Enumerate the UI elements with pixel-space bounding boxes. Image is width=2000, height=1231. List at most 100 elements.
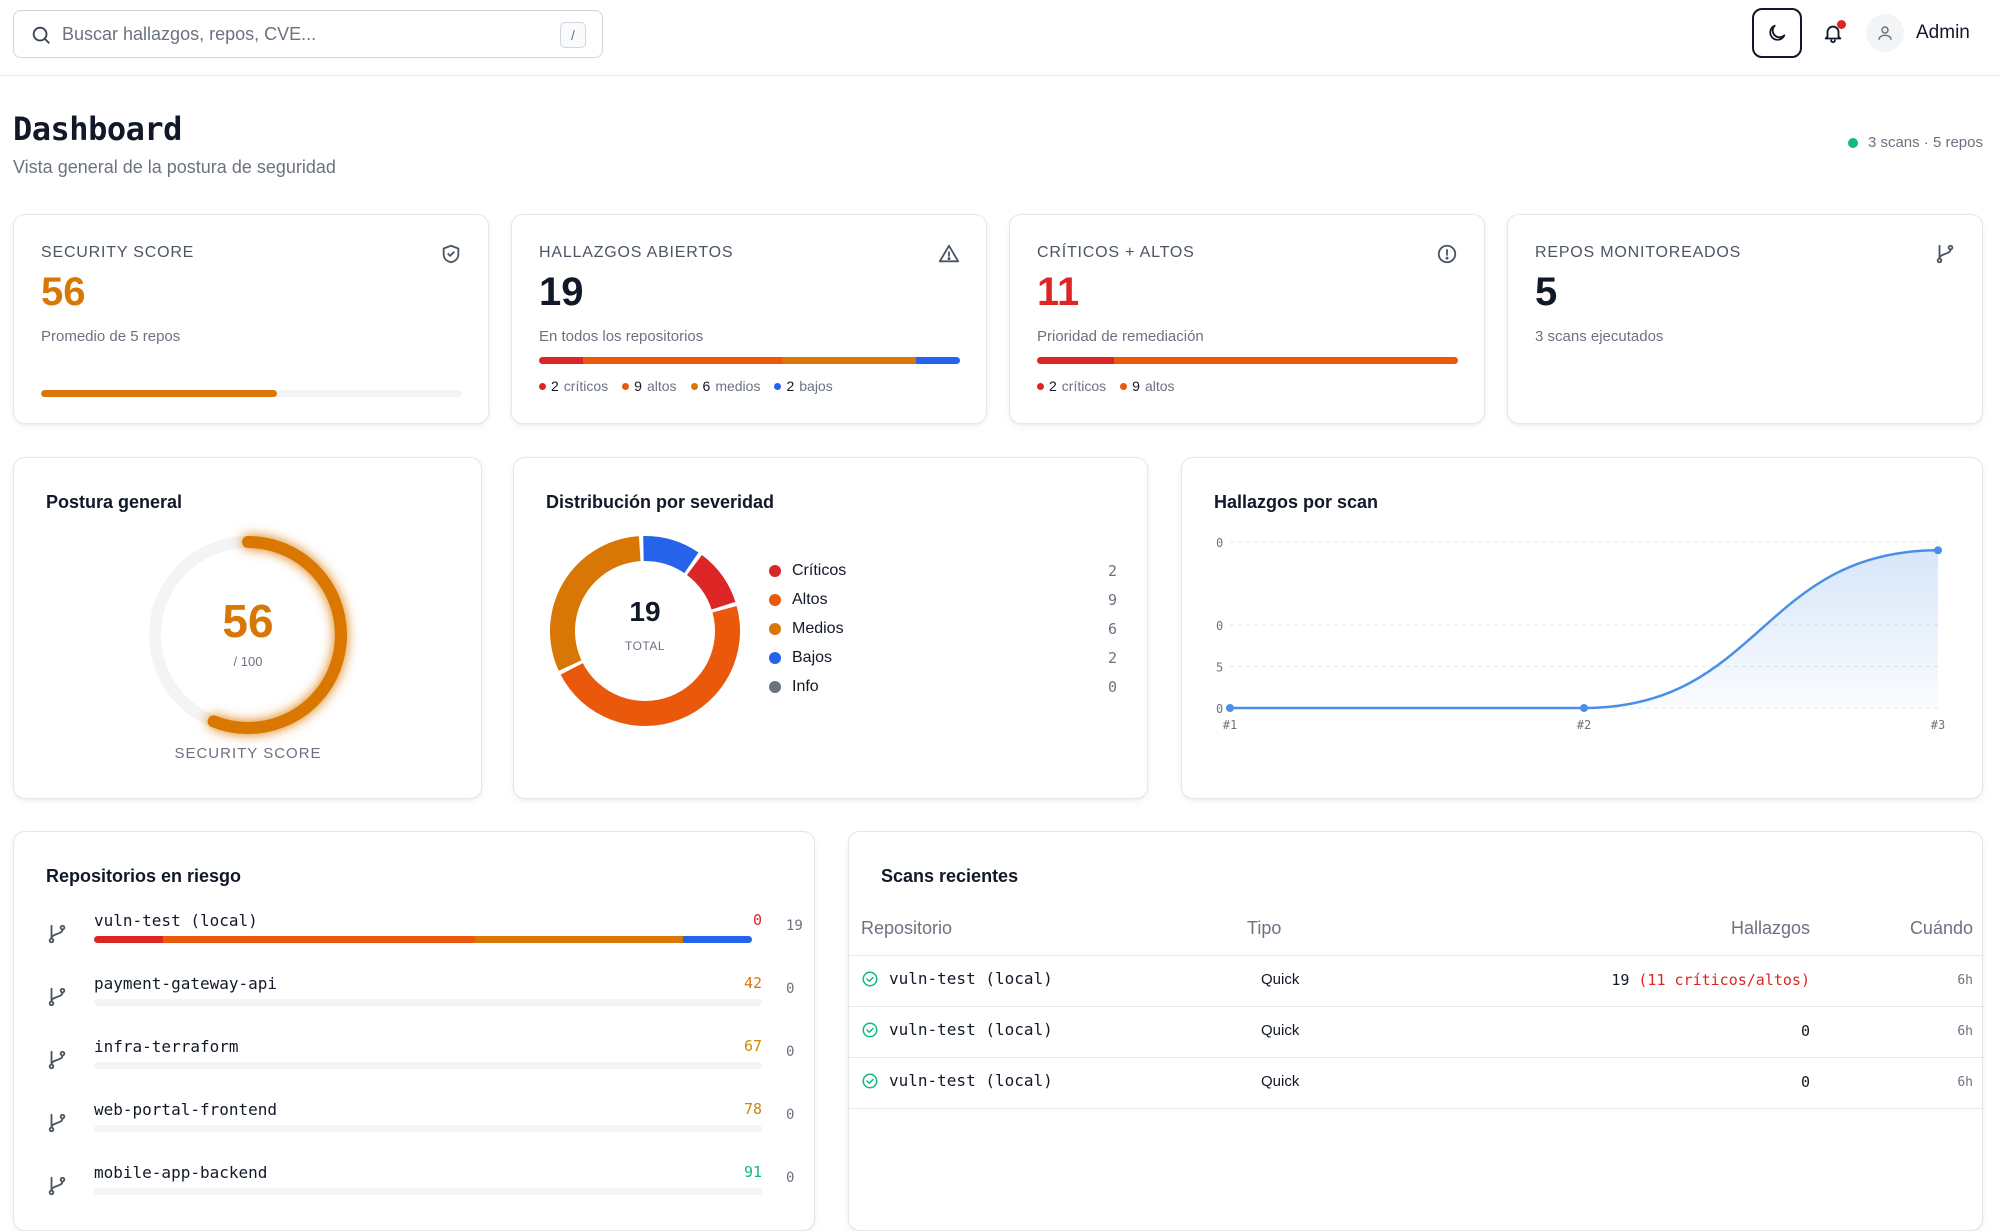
table-row[interactable]: vuln-test (local) Quick 0 6h — [849, 1058, 1985, 1109]
repo-row[interactable]: web-portal-frontend 78 0 — [46, 1098, 806, 1148]
page-subtitle: Vista general de la postura de seguridad — [13, 157, 336, 177]
legend-item: 9 altos — [622, 378, 677, 394]
scan-repo-name: vuln-test (local) — [889, 1071, 1053, 1090]
scan-repo-name: vuln-test (local) — [889, 1020, 1053, 1039]
column-header-when[interactable]: Cuándo — [1910, 918, 1973, 939]
legend-item: 2 críticos — [539, 378, 608, 394]
repo-name: mobile-app-backend — [94, 1163, 268, 1182]
y-tick-label: 5 — [1216, 661, 1223, 675]
user-menu[interactable]: Admin — [1866, 14, 1970, 52]
column-header-findings[interactable]: Hallazgos — [1731, 918, 1810, 939]
scan-repo: vuln-test (local) — [861, 969, 1053, 988]
severity-name: Altos — [792, 590, 828, 608]
repo-row[interactable]: mobile-app-backend 91 0 — [46, 1161, 806, 1211]
legend-label: medios — [715, 378, 761, 394]
severity-name: Bajos — [792, 648, 833, 666]
legend-count: 9 — [1132, 378, 1140, 394]
kpi-label: Security Score — [41, 244, 195, 261]
data-point[interactable] — [1580, 704, 1588, 712]
panel-title: Scans recientes — [881, 866, 1019, 886]
scan-type: Quick — [1261, 1073, 1300, 1090]
git-branch-icon — [1936, 244, 1954, 264]
bar-segment-high — [583, 357, 783, 364]
severity-count: 2 — [1107, 648, 1117, 667]
repo-findings-count: 0 — [786, 981, 795, 997]
kpi-value: 11 — [1037, 270, 1080, 314]
kpi-label: Repos monitoreados — [1535, 244, 1742, 261]
kpi-card-open-findings: Hallazgos abiertos 19 En todos los repos… — [511, 214, 987, 424]
legend-count: 2 — [786, 378, 795, 394]
severity-row-info: Info 0 — [769, 672, 1117, 701]
git-branch-icon — [48, 987, 66, 1007]
repo-row[interactable]: infra-terraform 67 0 — [46, 1035, 806, 1085]
scan-findings-note: (11 críticos/altos) — [1638, 971, 1810, 989]
severity-stacked-bar — [539, 357, 960, 364]
scan-repo: vuln-test (local) — [861, 1020, 1053, 1039]
repo-bar-segment — [163, 936, 475, 943]
repo-row[interactable]: vuln-test (local) 0 19 — [46, 909, 806, 959]
search-box[interactable]: / — [13, 10, 603, 58]
y-tick-label: 0 — [1216, 619, 1223, 633]
scan-findings-count: 19 — [1611, 971, 1630, 989]
severity-name: Críticos — [792, 561, 847, 579]
kpi-value: 19 — [539, 270, 584, 314]
avatar — [1866, 14, 1904, 52]
score-progress-bar — [41, 390, 462, 397]
kpi-label: Hallazgos abiertos — [539, 244, 734, 261]
alert-circle-icon — [1437, 244, 1457, 264]
scan-when: 6h — [1957, 1024, 1973, 1039]
recent-scans-panel: Scans recientes Repositorio Tipo Hallazg… — [848, 831, 1985, 1231]
repo-score: 91 — [743, 1163, 762, 1181]
repo-score: 67 — [743, 1037, 762, 1055]
repo-findings-count: 0 — [786, 1107, 795, 1123]
repo-row[interactable]: payment-gateway-api 42 0 — [46, 972, 806, 1022]
column-header-repo[interactable]: Repositorio — [861, 918, 952, 939]
notifications-button[interactable] — [1814, 14, 1852, 52]
kpi-subtext: Prioridad de remediación — [1037, 328, 1204, 345]
repo-findings-count: 0 — [786, 1044, 795, 1060]
severity-count: 0 — [1107, 677, 1117, 696]
legend-dot — [769, 593, 781, 606]
severity-row-high: Altos 9 — [769, 585, 1117, 614]
page-title: Dashboard — [13, 110, 182, 148]
git-branch-icon — [48, 1050, 66, 1070]
bar-segment-high — [1113, 357, 1458, 364]
kpi-label: Críticos + Altos — [1037, 244, 1195, 261]
legend-item: 2 bajos — [774, 378, 833, 394]
scan-repo: vuln-test (local) — [861, 1071, 1053, 1090]
scan-type: Quick — [1261, 971, 1300, 988]
severity-name: Medios — [792, 619, 844, 637]
severity-legend: 2 críticos 9 altos — [1037, 378, 1175, 394]
kpi-subtext: En todos los repositorios — [539, 328, 704, 345]
repo-bar-segment — [94, 936, 164, 943]
legend-count: 9 — [634, 378, 642, 394]
legend-item: 9 altos — [1120, 378, 1175, 394]
legend-count: 6 — [702, 378, 711, 394]
data-point[interactable] — [1226, 704, 1234, 712]
kpi-subtext: Promedio de 5 repos — [41, 328, 181, 345]
repos-at-risk-panel: Repositorios en riesgo vuln-test (local)… — [13, 831, 815, 1231]
theme-toggle-button[interactable] — [1752, 8, 1802, 58]
severity-donut — [549, 536, 741, 727]
severity-panel: Distribución por severidad 19 TOTAL Crít… — [513, 457, 1148, 799]
shield-check-icon — [442, 244, 460, 264]
git-branch-icon — [48, 1176, 66, 1196]
column-header-type[interactable]: Tipo — [1247, 918, 1281, 939]
bar-segment-low — [915, 357, 960, 364]
check-circle-icon — [862, 1022, 878, 1037]
data-point[interactable] — [1934, 546, 1942, 555]
x-tick-label: #2 — [1577, 718, 1591, 732]
donut-slice-low[interactable] — [643, 536, 699, 574]
severity-row-low: Bajos 2 — [769, 643, 1117, 672]
warning-triangle-icon — [938, 244, 960, 263]
severity-count: 9 — [1107, 590, 1117, 609]
search-input[interactable] — [62, 11, 562, 57]
search-shortcut-key: / — [560, 22, 586, 48]
table-row[interactable]: vuln-test (local) Quick 0 6h — [849, 1007, 1985, 1058]
repo-severity-bar — [94, 999, 762, 1006]
table-row[interactable]: vuln-test (local) Quick 19 (11 críticos/… — [849, 956, 1985, 1007]
findings-chart-panel: Hallazgos por scan 0 5 0 0 #1 #2 #3 — [1181, 457, 1983, 799]
repo-score: 78 — [743, 1100, 762, 1118]
findings-line-chart: 0500#1 #2 #3 — [1216, 536, 1945, 732]
bar-segment-medium — [782, 357, 916, 364]
